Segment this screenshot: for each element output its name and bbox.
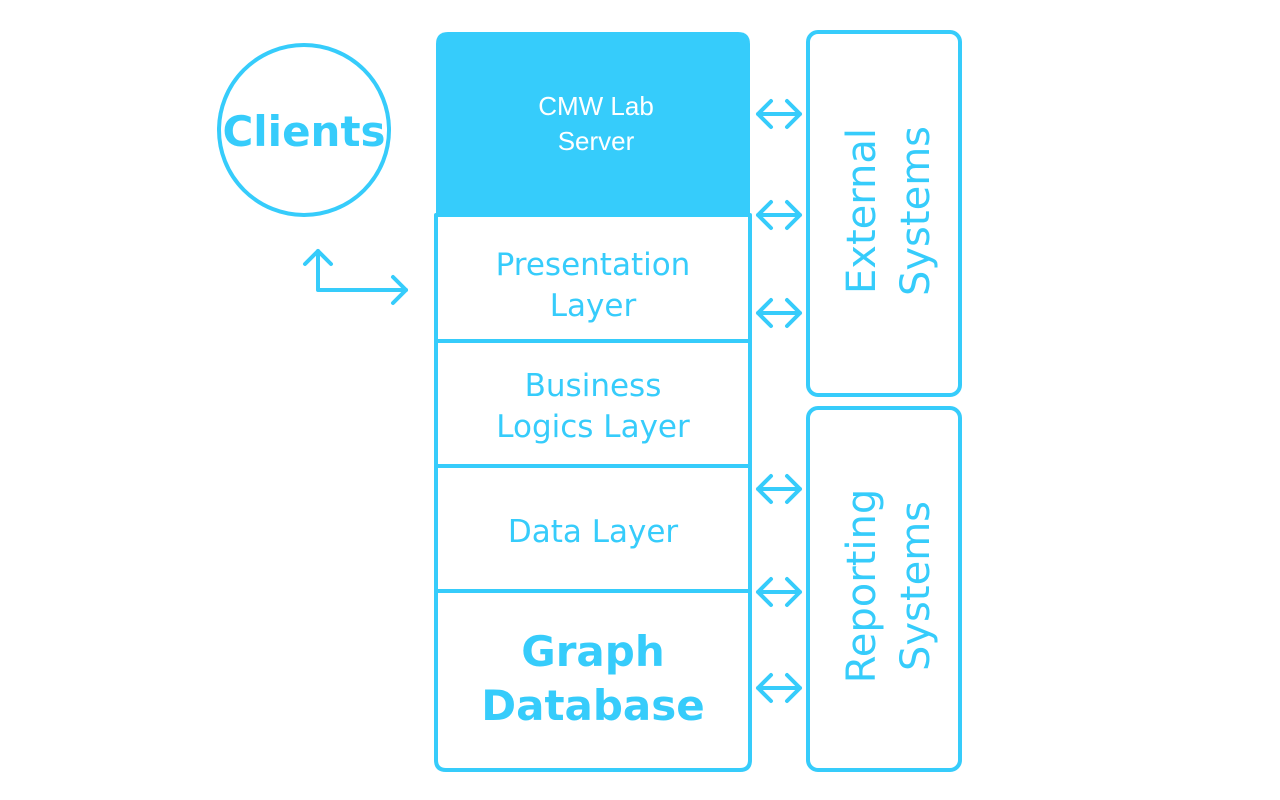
svg-text:Logics Layer: Logics Layer [496, 409, 690, 445]
bidirectional-arrow-icon [756, 577, 802, 607]
business-logics-layer: Business Logics Layer [496, 368, 690, 445]
bidirectional-arrow-icon [756, 673, 802, 703]
svg-text:Layer: Layer [550, 288, 637, 324]
bidirectional-arrow-icon [756, 99, 802, 129]
reporting-systems-node: Reporting Systems [806, 406, 962, 772]
svg-text:Data Layer: Data Layer [508, 514, 679, 550]
external-label-line1: External [839, 128, 885, 294]
server-title-line1: CMW Lab [538, 91, 654, 121]
bidirectional-arrow-icon [756, 474, 802, 504]
external-systems-node: External Systems [806, 30, 962, 397]
clients-connector-icon [303, 249, 408, 305]
data-layer: Data Layer [508, 514, 679, 550]
clients-label: Clients [222, 107, 385, 156]
server-title-line2: Server [558, 126, 635, 156]
reporting-label-line2: Systems [893, 501, 939, 671]
svg-text:Database: Database [481, 681, 705, 730]
bidirectional-arrow-icon [756, 298, 802, 328]
presentation-layer: Presentation Layer [496, 247, 691, 324]
svg-text:Business: Business [525, 368, 662, 404]
architecture-diagram: Clients CMW Lab Server Presentation Laye… [217, 30, 962, 772]
external-label-line2: Systems [893, 126, 939, 296]
svg-text:Presentation: Presentation [496, 247, 691, 283]
server-stack: CMW Lab Server Presentation Layer Busine… [434, 32, 752, 772]
server-header [436, 32, 750, 217]
svg-text:Graph: Graph [521, 627, 665, 676]
reporting-label-line1: Reporting [839, 489, 885, 683]
graph-database-layer: Graph Database [481, 627, 705, 730]
bidirectional-arrow-icon [756, 200, 802, 230]
clients-node: Clients [217, 43, 391, 217]
